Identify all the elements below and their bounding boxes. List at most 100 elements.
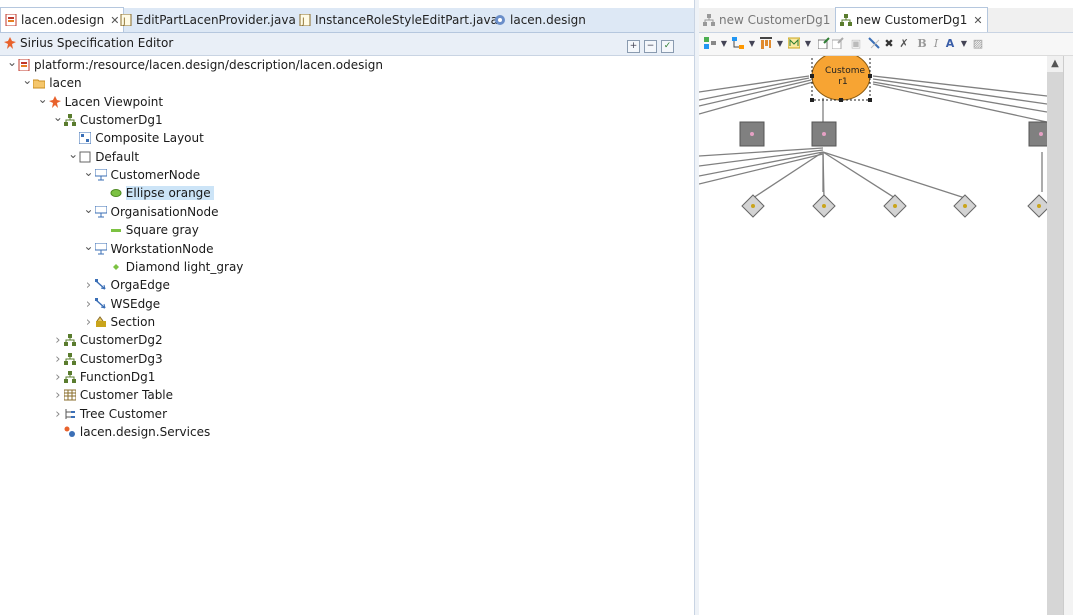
tree-item-ellipse-orange[interactable]: Ellipse orange	[98, 184, 214, 202]
collapse-chevron-icon[interactable]: ›	[83, 314, 95, 332]
tree-item-label: CustomerDg3	[79, 351, 163, 366]
chevron-down-icon[interactable]: ▼	[957, 37, 971, 51]
tab-instancerolestyleeditpart[interactable]: J InstanceRoleStyleEditPart.java	[299, 8, 498, 32]
diagram-icon	[63, 333, 76, 347]
collapse-chevron-icon[interactable]: ›	[83, 296, 95, 314]
tree-item-label: WSEdge	[110, 296, 161, 311]
validate-icon[interactable]: ✓	[661, 40, 674, 53]
tree-item-customerdg2[interactable]: › CustomerDg2	[52, 331, 162, 350]
expand-chevron-icon[interactable]: ⌄	[6, 53, 18, 71]
expand-chevron-icon[interactable]: ⌄	[67, 145, 79, 163]
tree-item-customerdg3[interactable]: › CustomerDg3	[52, 350, 163, 369]
hide-element-icon[interactable]	[867, 37, 881, 51]
arrange-icon[interactable]	[731, 37, 745, 51]
edge-line[interactable]	[872, 83, 1047, 123]
tab-lacen-design[interactable]: lacen.design	[494, 8, 586, 32]
tree-item-customer-table[interactable]: › Customer Table	[52, 386, 173, 404]
vertical-scrollbar[interactable]	[1047, 56, 1063, 615]
layer-filter-icon[interactable]	[703, 37, 717, 51]
viewpoint-icon	[4, 37, 16, 49]
tree-item-square-gray[interactable]: Square gray	[98, 221, 199, 239]
table-icon	[63, 388, 77, 401]
tree-item-workstationnode[interactable]: ⌄ WorkstationNode	[83, 237, 213, 258]
tree-item-label: CustomerDg1	[79, 113, 163, 128]
layer-icon	[79, 150, 91, 163]
diagram-drawing[interactable]: Customer1	[699, 56, 1047, 615]
delete-from-model-icon[interactable]: ✗	[897, 37, 911, 51]
bold-button[interactable]: B	[915, 37, 929, 51]
edge-line[interactable]	[822, 151, 896, 199]
collapse-chevron-icon[interactable]: ›	[52, 351, 64, 369]
selection-handle[interactable]	[868, 74, 872, 78]
edge-line[interactable]	[822, 151, 966, 199]
expand-chevron-icon[interactable]: ⌄	[83, 163, 95, 181]
expand-chevron-icon[interactable]: ⌄	[83, 200, 95, 218]
chevron-down-icon[interactable]: ▼	[773, 37, 787, 51]
node-mapping-icon	[94, 168, 107, 181]
collapse-chevron-icon[interactable]: ›	[52, 387, 64, 405]
tree-item-wsedge[interactable]: › WSEdge	[83, 295, 161, 314]
tab-new-customerdg1-active[interactable]: new CustomerDg1 ✕	[835, 7, 988, 32]
diagram-toolbar: ▼ ▼ ▼ ▼ ▣ ✖ ✗ B I A ▼ ▨	[699, 33, 1073, 56]
close-icon[interactable]: ✕	[110, 9, 119, 33]
tab-new-customerdg1[interactable]: new CustomerDg1	[703, 8, 830, 32]
tree-item-customerdg1[interactable]: ⌄ CustomerDg1	[52, 108, 163, 129]
collapse-all-icon[interactable]: −	[644, 40, 657, 53]
tree-item-organisationnode[interactable]: ⌄ OrganisationNode	[83, 200, 218, 221]
diagram-canvas[interactable]: Custome r1	[699, 56, 1047, 615]
expand-chevron-icon[interactable]: ⌄	[21, 71, 33, 89]
selection-handle[interactable]	[868, 98, 872, 102]
close-icon[interactable]: ✕	[973, 9, 982, 33]
edge-line[interactable]	[699, 81, 814, 115]
tree-item-platform-resource-lacen-design-description-lacen-odesign[interactable]: ⌄ platform:/resource/lacen.design/descrip…	[6, 53, 383, 74]
tree-item-customernode[interactable]: ⌄ CustomerNode	[83, 163, 201, 184]
tree-item-default[interactable]: ⌄ Default	[67, 145, 140, 166]
scroll-up-arrow-icon[interactable]: ▲	[1047, 56, 1063, 72]
selection-handle[interactable]	[839, 98, 843, 102]
tab-lacen-odesign[interactable]: lacen.odesign ✕	[0, 7, 125, 33]
distribute-icon[interactable]	[787, 37, 801, 51]
tab-editpartlacenprovider[interactable]: J EditPartLacenProvider.java	[120, 8, 296, 32]
expand-all-icon[interactable]: +	[627, 40, 640, 53]
chevron-down-icon[interactable]: ▼	[801, 37, 815, 51]
collapse-chevron-icon[interactable]: ›	[52, 332, 64, 350]
tree-item-lacen[interactable]: ⌄ lacen	[21, 71, 81, 92]
tree-item-tree-customer[interactable]: › Tree Customer	[52, 405, 167, 423]
tree-item-section[interactable]: › Section	[83, 313, 155, 332]
collapse-chevron-icon[interactable]: ›	[83, 277, 95, 295]
tree-item-orgaedge[interactable]: › OrgaEdge	[83, 276, 170, 294]
tree-item-functiondg1[interactable]: › FunctionDg1	[52, 368, 155, 387]
align-icon[interactable]	[759, 37, 773, 51]
tree-item-label: Tree Customer	[79, 406, 167, 421]
edge-line[interactable]	[872, 78, 1047, 105]
tree-item-composite-layout[interactable]: Composite Layout	[67, 129, 204, 147]
tree-item-lacen-design-services[interactable]: lacen.design.Services	[52, 423, 210, 441]
pin-icon[interactable]	[817, 37, 831, 51]
node-anchor-marker	[1037, 204, 1041, 208]
organisation-node[interactable]	[1028, 121, 1047, 147]
expand-chevron-icon[interactable]: ⌄	[37, 90, 49, 108]
node-anchor-marker	[822, 204, 826, 208]
resource-icon	[18, 58, 30, 72]
tree-item-label: CustomerNode	[110, 168, 201, 183]
diagram-icon	[63, 352, 76, 365]
tree-item-label: Default	[95, 149, 140, 164]
tree-icon	[64, 407, 76, 419]
tree-item-diamond-light-gray[interactable]: Diamond light_gray	[98, 258, 243, 276]
chevron-down-icon[interactable]: ▼	[745, 37, 759, 51]
tree-item-label: Square gray	[125, 223, 199, 238]
font-color-button[interactable]: A	[943, 37, 957, 51]
collapse-chevron-icon[interactable]: ›	[52, 406, 64, 424]
copy-format-icon[interactable]: ▣	[849, 37, 863, 51]
delete-icon[interactable]: ✖	[882, 37, 896, 51]
expand-chevron-icon[interactable]: ⌄	[83, 237, 95, 255]
collapse-chevron-icon[interactable]: ›	[52, 369, 64, 387]
svg-text:J: J	[301, 17, 305, 26]
expand-chevron-icon[interactable]: ⌄	[52, 108, 64, 126]
selection-handle[interactable]	[810, 98, 814, 102]
chevron-down-icon[interactable]: ▼	[717, 37, 731, 51]
fill-color-icon[interactable]: ▨	[971, 37, 985, 51]
italic-button[interactable]: I	[929, 37, 943, 51]
unpin-icon[interactable]	[831, 37, 845, 51]
selection-handle[interactable]	[810, 74, 814, 78]
